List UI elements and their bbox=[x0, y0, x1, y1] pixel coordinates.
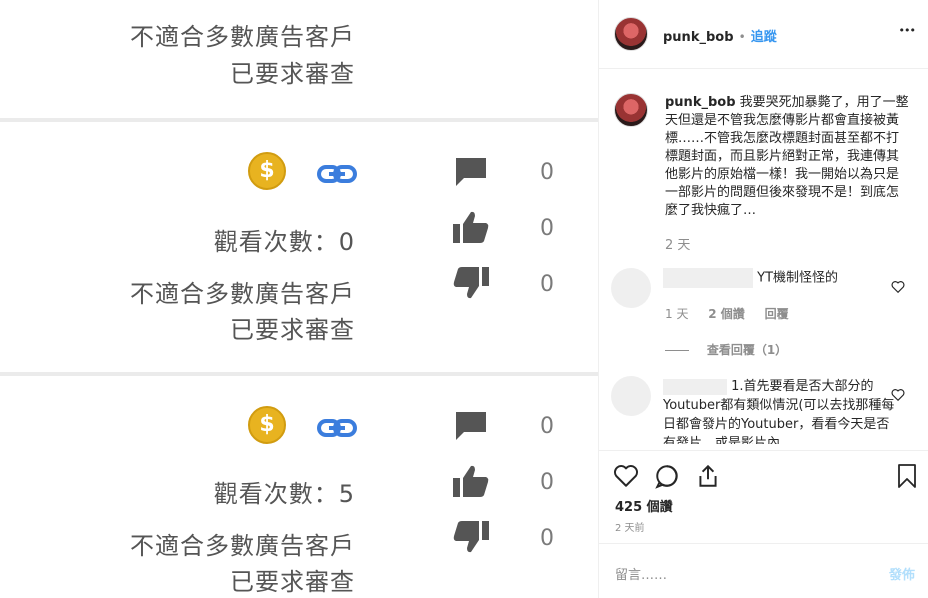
caption-text: 我要哭死加暴斃了，用了一整天但還是不管我怎麼傳影片都會直接被黃標……不管我怎麼改… bbox=[665, 95, 909, 218]
divider-line bbox=[665, 350, 689, 351]
link-icon bbox=[317, 165, 357, 183]
comment: YT機制怪怪的 bbox=[663, 268, 899, 288]
post-header: punk_bob • 追蹤 ••• bbox=[599, 0, 928, 69]
heart-icon[interactable] bbox=[891, 388, 905, 402]
dislike-count: 0 bbox=[540, 272, 554, 297]
caption-time: 2 天 bbox=[665, 238, 691, 253]
coin-icon: $ bbox=[248, 406, 286, 444]
thumbs-up-icon bbox=[453, 211, 489, 243]
comment-meta: 1 天 2 個讚 回覆 bbox=[665, 305, 789, 322]
link-icon bbox=[317, 419, 357, 437]
comment-count: 0 bbox=[540, 414, 554, 439]
avatar[interactable] bbox=[611, 376, 651, 416]
likes-count[interactable]: 425 個讚 bbox=[615, 496, 673, 515]
view-replies-link[interactable]: 查看回覆（1） bbox=[707, 343, 787, 357]
post-sidebar: punk_bob • 追蹤 ••• punk_bob 我要哭死加暴斃了，用了一整… bbox=[598, 0, 928, 598]
redacted-username bbox=[663, 268, 753, 288]
heart-icon[interactable] bbox=[891, 280, 905, 294]
views-text: 觀看次數：5 bbox=[213, 480, 355, 508]
bookmark-icon[interactable] bbox=[895, 463, 919, 489]
review-requested-text: 已要求審查 bbox=[230, 568, 355, 596]
share-icon[interactable] bbox=[695, 463, 721, 489]
add-comment-bar: 留言…… 發佈 bbox=[599, 543, 928, 598]
comment-count: 0 bbox=[540, 160, 554, 185]
thumbs-up-icon bbox=[453, 465, 489, 497]
review-requested-text: 已要求審查 bbox=[230, 60, 355, 88]
photo-block-1: $ 0 觀看次數：0 0 不適合多數廣告客戶 已要求審查 0 bbox=[0, 122, 598, 372]
post-actions: 425 個讚 2 天前 bbox=[599, 450, 928, 534]
review-requested-text: 已要求審查 bbox=[230, 316, 355, 344]
like-count: 0 bbox=[540, 470, 554, 495]
thumbs-down-icon bbox=[453, 521, 489, 553]
comment: 1.首先要看是否大部分的Youtuber都有類似情況(可以去找那種每日都會發片的… bbox=[663, 377, 899, 444]
more-icon[interactable]: ••• bbox=[899, 24, 916, 37]
separator-dot: • bbox=[738, 30, 746, 44]
username-link[interactable]: punk_bob bbox=[663, 30, 734, 45]
avatar[interactable] bbox=[611, 268, 651, 308]
view-replies[interactable]: 查看回覆（1） bbox=[665, 341, 787, 358]
comment-likes[interactable]: 2 個讚 bbox=[708, 307, 745, 321]
comment-time: 1 天 bbox=[665, 307, 689, 321]
post-photo: 不適合多數廣告客戶 已要求審查 $ 0 觀看次數：0 0 不適合多數廣告客戶 已… bbox=[0, 0, 598, 598]
views-text: 觀看次數：0 bbox=[213, 228, 355, 256]
heart-icon[interactable] bbox=[613, 463, 639, 489]
comment-bubble-icon bbox=[456, 158, 486, 186]
like-count: 0 bbox=[540, 216, 554, 241]
caption: punk_bob 我要哭死加暴斃了，用了一整天但還是不管我怎麼傳影片都會直接被黃… bbox=[665, 94, 909, 220]
avatar[interactable] bbox=[614, 93, 648, 127]
follow-button[interactable]: 追蹤 bbox=[751, 30, 777, 45]
not-suitable-text: 不適合多數廣告客戶 bbox=[130, 532, 355, 560]
reply-button[interactable]: 回覆 bbox=[765, 307, 789, 321]
dislike-count: 0 bbox=[540, 526, 554, 551]
post-date: 2 天前 bbox=[615, 523, 645, 534]
thumbs-down-icon bbox=[453, 267, 489, 299]
redacted-username bbox=[663, 378, 727, 395]
comment-text: YT機制怪怪的 bbox=[757, 270, 839, 286]
comment-icon[interactable] bbox=[654, 463, 680, 489]
not-suitable-text: 不適合多數廣告客戶 bbox=[130, 280, 355, 308]
coin-icon: $ bbox=[248, 152, 286, 190]
comment-input[interactable]: 留言…… bbox=[615, 564, 667, 583]
caption-username[interactable]: punk_bob bbox=[665, 95, 736, 110]
not-suitable-text: 不適合多數廣告客戶 bbox=[130, 23, 355, 51]
post-comment-button[interactable]: 發佈 bbox=[889, 564, 915, 583]
avatar[interactable] bbox=[614, 17, 648, 51]
photo-block-2: $ 0 觀看次數：5 0 不適合多數廣告客戶 已要求審查 0 bbox=[0, 376, 598, 598]
photo-block-top: 不適合多數廣告客戶 已要求審查 bbox=[0, 0, 598, 118]
comment-bubble-icon bbox=[456, 412, 486, 440]
